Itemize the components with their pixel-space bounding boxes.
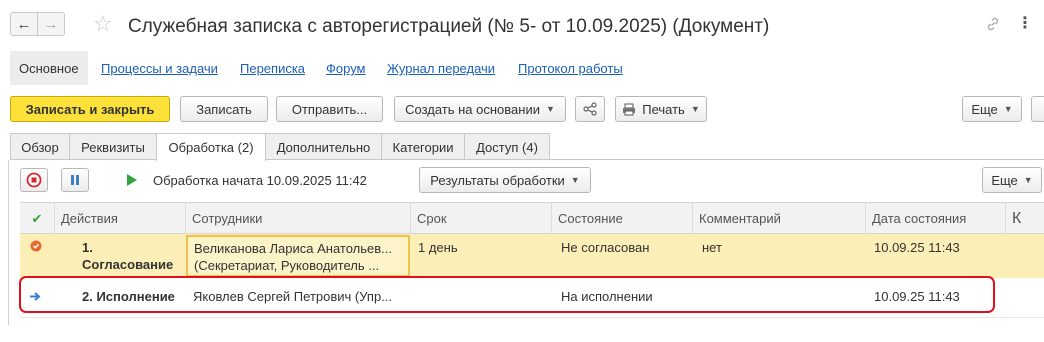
section-forum[interactable]: Форум xyxy=(326,61,366,76)
more-vertical-icon[interactable]: ⋮ xyxy=(1017,13,1033,33)
table-row[interactable]: 2. Исполнение Яковлев Сергей Петрович (У… xyxy=(20,278,1044,318)
chevron-down-icon: ▼ xyxy=(1003,104,1013,114)
column-state-date[interactable]: Дата состояния xyxy=(866,203,1006,235)
share-button[interactable] xyxy=(575,96,605,122)
link-icon[interactable] xyxy=(985,16,1001,36)
stop-icon xyxy=(26,172,42,188)
tab-access[interactable]: Доступ (4) xyxy=(464,133,550,160)
pause-process-button[interactable] xyxy=(61,168,89,192)
term-cell: 1 день xyxy=(418,240,458,255)
table-more-label: Еще xyxy=(991,172,1018,188)
section-main[interactable]: Основное xyxy=(10,51,88,85)
employee-name: Яковлев Сергей Петрович (Упр... xyxy=(193,289,393,304)
window-title: Служебная записка с авторегистрацией (№ … xyxy=(128,16,770,37)
print-label: Печать xyxy=(642,101,685,117)
create-based-on-button[interactable]: Создать на основании ▼ xyxy=(394,96,566,122)
employee-name: Великанова Лариса Анатольев... xyxy=(194,241,393,256)
play-icon xyxy=(127,174,137,186)
printer-icon xyxy=(623,103,636,115)
column-state[interactable]: Состояние xyxy=(552,203,693,235)
arrow-left-icon: ← xyxy=(16,15,32,33)
column-term[interactable]: Срок xyxy=(411,203,552,235)
pause-icon xyxy=(71,175,79,185)
action-name: 2. Исполнение xyxy=(82,289,175,304)
state-cell: На исполнении xyxy=(561,289,653,304)
column-k[interactable]: К xyxy=(1006,203,1044,235)
tab-details[interactable]: Реквизиты xyxy=(69,133,157,160)
section-correspondence[interactable]: Переписка xyxy=(240,61,305,76)
employees-cell-selected[interactable]: Великанова Лариса Анатольев... (Секретар… xyxy=(186,235,410,277)
process-status: Обработка начата 10.09.2025 11:42 xyxy=(153,173,367,188)
tab-overview[interactable]: Обзор xyxy=(10,133,70,160)
employee-position: (Секретариат, Руководитель ... xyxy=(194,258,380,273)
favorite-star-icon[interactable]: ☆ xyxy=(93,13,113,35)
back-button[interactable]: ← xyxy=(10,12,38,36)
table-more-button[interactable]: Еще ▼ xyxy=(982,167,1042,193)
column-actions[interactable]: Действия xyxy=(55,203,186,235)
column-comment[interactable]: Комментарий xyxy=(693,203,866,235)
arrow-right-icon: → xyxy=(43,15,59,33)
chevron-down-icon: ▼ xyxy=(690,104,700,114)
forward-button[interactable]: → xyxy=(37,12,65,36)
state-cell: Не согласован xyxy=(561,240,650,255)
more-button[interactable]: Еще ▼ xyxy=(962,96,1022,122)
save-button[interactable]: Записать xyxy=(180,96,268,122)
section-work-protocol[interactable]: Протокол работы xyxy=(518,61,623,76)
create-based-on-label: Создать на основании xyxy=(405,101,540,117)
table-header: ✔ Действия Сотрудники Срок Состояние Ком… xyxy=(20,202,1044,235)
action-number: 1. xyxy=(82,240,93,255)
chevron-down-icon: ▼ xyxy=(545,104,555,114)
save-and-close-button[interactable]: Записать и закрыть xyxy=(10,96,170,122)
rejected-status-icon xyxy=(30,240,42,252)
actions-table: ✔ Действия Сотрудники Срок Состояние Ком… xyxy=(20,202,1044,322)
print-button[interactable]: Печать ▼ xyxy=(615,96,707,122)
chevron-down-icon: ▼ xyxy=(1023,175,1033,185)
processing-results-button[interactable]: Результаты обработки ▼ xyxy=(419,167,591,193)
action-name: Согласование xyxy=(82,257,174,272)
comment-cell: нет xyxy=(702,240,722,255)
section-transfer-log[interactable]: Журнал передачи xyxy=(387,61,495,76)
table-row[interactable]: 1. Согласование 1 день Не согласован нет… xyxy=(20,234,1044,278)
processing-results-label: Результаты обработки xyxy=(430,172,565,188)
help-button[interactable] xyxy=(1031,96,1044,122)
state-date-cell: 10.09.25 11:43 xyxy=(874,289,960,304)
tab-processing[interactable]: Обработка (2) xyxy=(156,133,266,161)
state-date-cell: 10.09.25 11:43 xyxy=(874,240,960,255)
section-processes[interactable]: Процессы и задачи xyxy=(101,61,218,76)
arrow-right-icon xyxy=(30,292,41,301)
share-icon xyxy=(583,102,597,116)
chevron-down-icon: ▼ xyxy=(570,175,580,185)
panel-border xyxy=(8,160,9,325)
stop-process-button[interactable] xyxy=(20,168,48,192)
column-employees[interactable]: Сотрудники xyxy=(186,203,411,235)
send-button[interactable]: Отправить... xyxy=(276,96,383,122)
tab-additional[interactable]: Дополнительно xyxy=(265,133,382,160)
check-icon[interactable]: ✔ xyxy=(20,203,55,235)
tab-categories[interactable]: Категории xyxy=(381,133,465,160)
more-label: Еще xyxy=(971,101,998,117)
